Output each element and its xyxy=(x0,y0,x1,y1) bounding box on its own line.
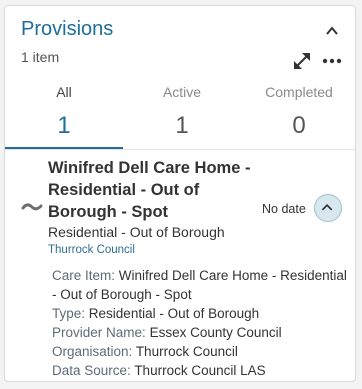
more-dots-icon[interactable] xyxy=(321,50,343,72)
detail-value: Thurrock Council LAS xyxy=(134,363,266,378)
provision-tabs: All 1 Active 1 Completed 0 xyxy=(5,78,355,150)
detail-care-item: Care Item: Winifred Dell Care Home - Res… xyxy=(52,266,352,304)
tab-count: 1 xyxy=(57,112,71,139)
tab-completed[interactable]: Completed 0 xyxy=(241,78,355,150)
tab-count: 0 xyxy=(292,112,306,139)
provision-date: No date xyxy=(262,202,306,216)
expand-arrows-icon[interactable] xyxy=(291,50,313,72)
provision-details: Care Item: Winifred Dell Care Home - Res… xyxy=(52,266,352,380)
tab-all[interactable]: All 1 xyxy=(5,78,123,150)
provision-organisation: Thurrock Council xyxy=(48,244,135,256)
detail-key: Type: xyxy=(52,306,86,321)
detail-key: Organisation: xyxy=(52,344,133,359)
worm-icon xyxy=(21,203,43,211)
tab-count: 1 xyxy=(175,112,189,139)
provision-name: Winifred Dell Care Home - Residential - … xyxy=(48,159,251,221)
panel-title: Provisions xyxy=(21,18,114,40)
detail-key: Care Item: xyxy=(52,268,116,283)
provision-type: Residential - Out of Borough xyxy=(48,224,225,240)
detail-data-source: Data Source: Thurrock Council LAS xyxy=(52,361,352,380)
item-count: 1 item xyxy=(21,49,60,65)
detail-organisation: Organisation: Thurrock Council xyxy=(52,342,352,361)
detail-value: Essex County Council xyxy=(149,325,282,340)
chevron-up-icon[interactable] xyxy=(323,22,341,40)
tab-active[interactable]: Active 1 xyxy=(123,78,241,150)
detail-provider-name: Provider Name: Essex County Council xyxy=(52,323,352,342)
tab-label: Active xyxy=(162,84,202,100)
detail-value: Thurrock Council xyxy=(135,344,238,359)
detail-key: Provider Name: xyxy=(52,325,146,340)
provisions-panel: Provisions 1 item All 1 Active 1 Complet… xyxy=(4,5,356,382)
detail-key: Data Source: xyxy=(52,363,131,378)
chevron-up-icon xyxy=(321,204,333,211)
tab-label: All xyxy=(56,84,72,100)
detail-type: Type: Residential - Out of Borough xyxy=(52,304,352,323)
detail-value: Residential - Out of Borough xyxy=(88,306,260,321)
details-toggle-button[interactable] xyxy=(314,194,342,222)
tabs-divider xyxy=(5,149,355,150)
provision-item[interactable]: Winifred Dell Care Home - Residential - … xyxy=(5,152,355,381)
tab-label: Completed xyxy=(265,84,333,100)
